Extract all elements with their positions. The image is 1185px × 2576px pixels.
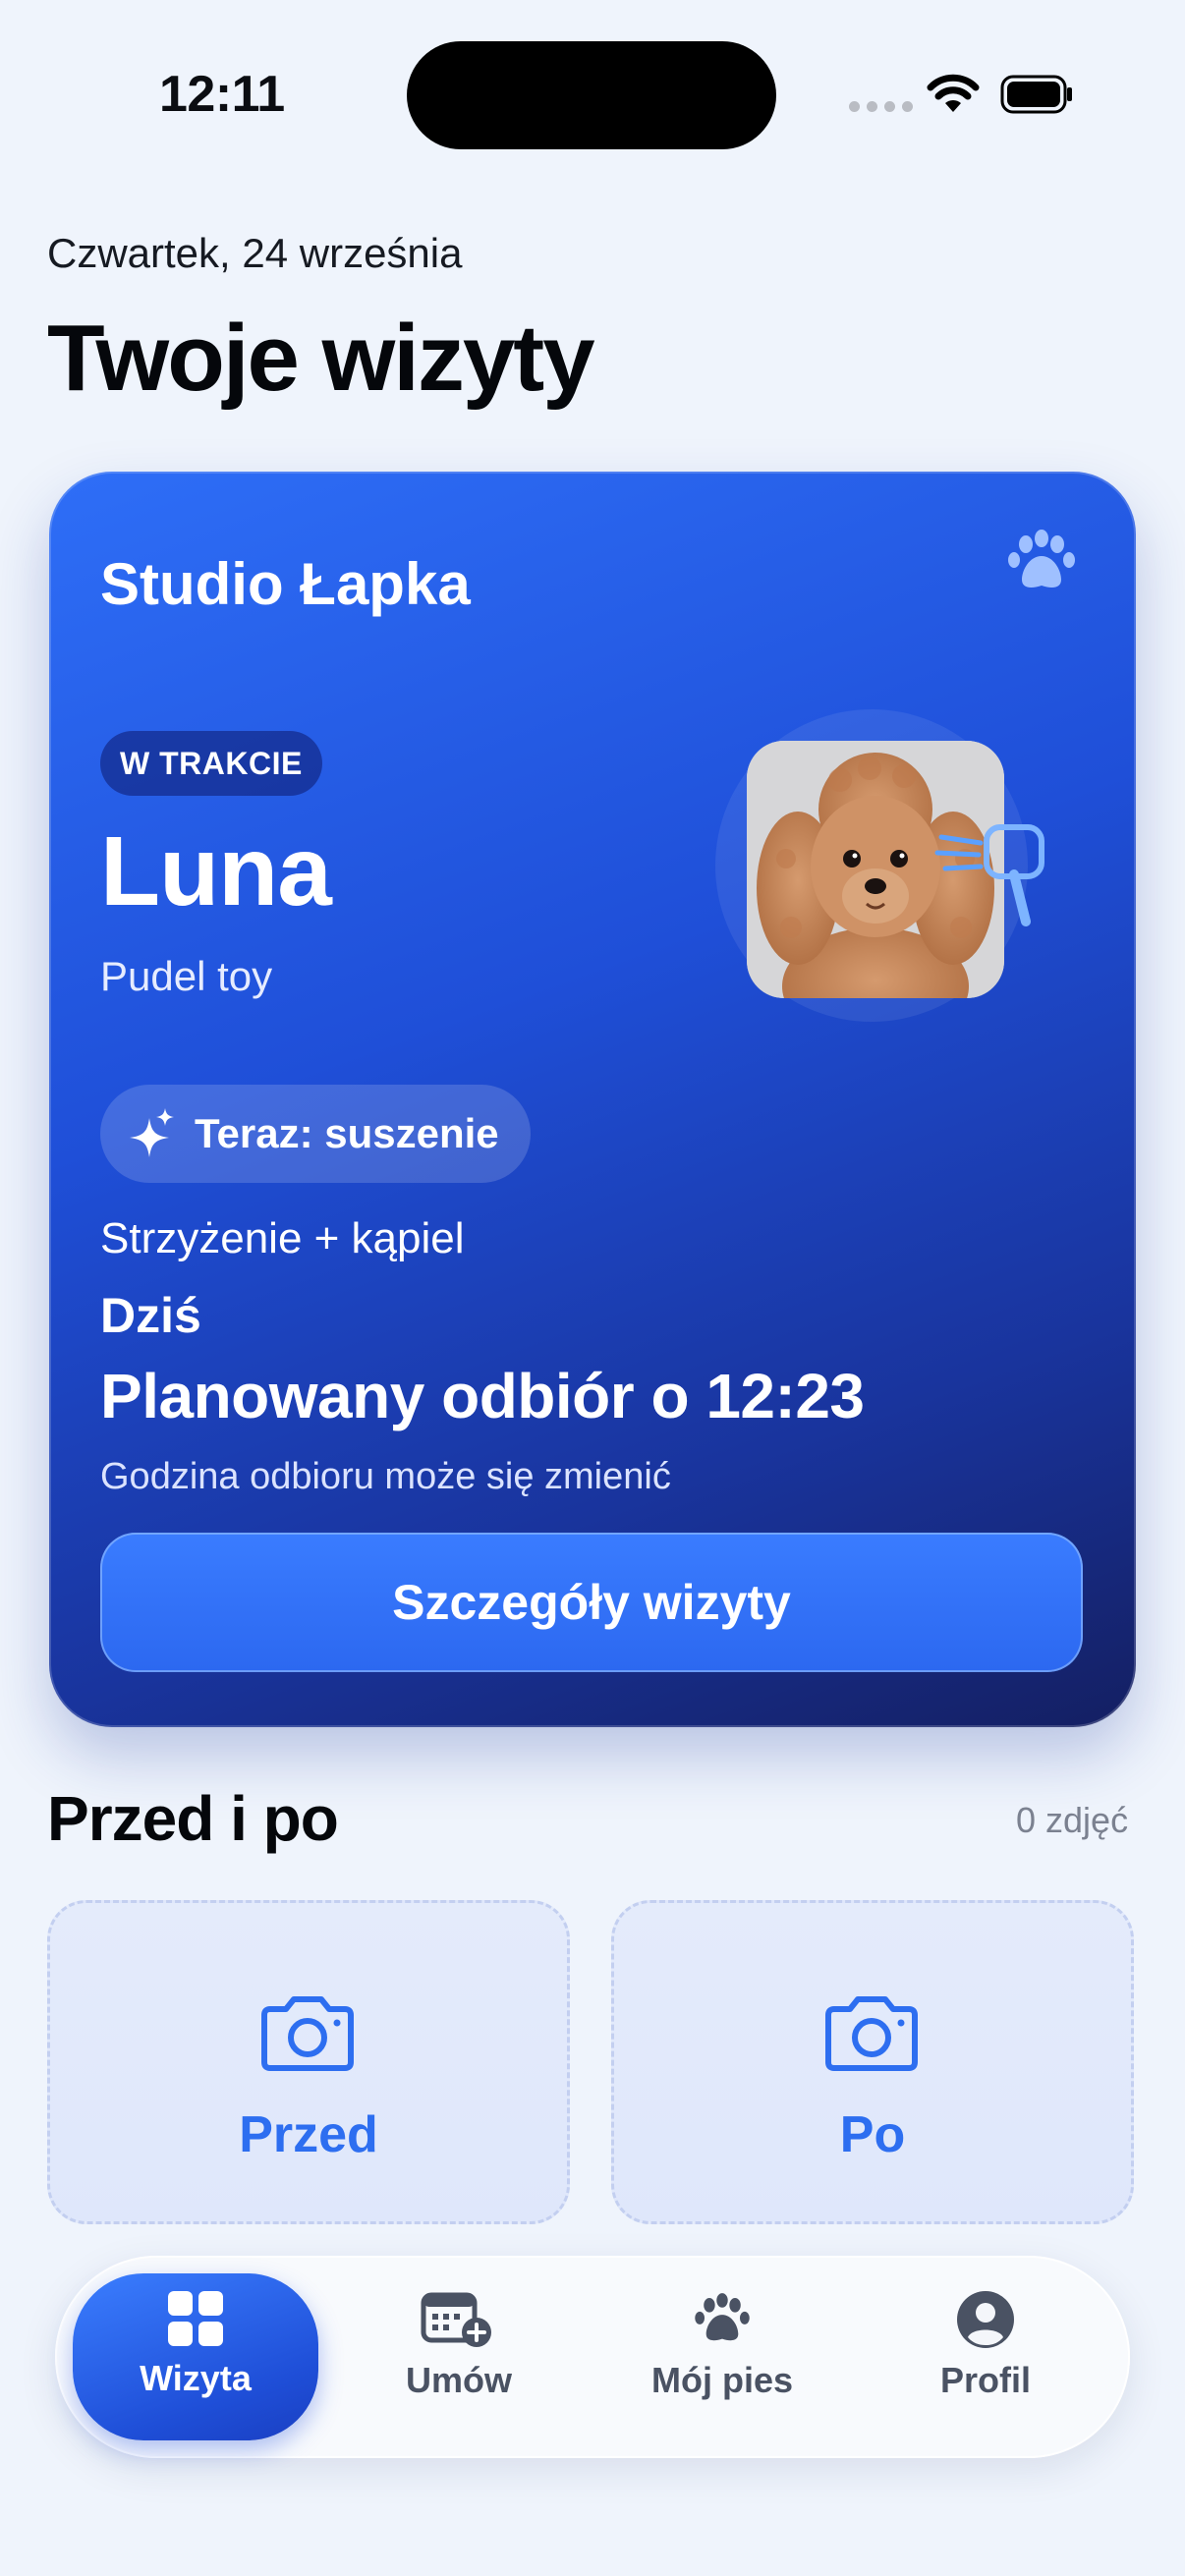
- camera-icon: [261, 1996, 354, 2071]
- battery-icon: [1000, 75, 1072, 114]
- tab-bar: Wizyta Umów Mój pies Profil: [55, 2256, 1130, 2458]
- tab-umow[interactable]: Umów: [336, 2289, 582, 2401]
- cellular-signal-icon: [849, 101, 913, 112]
- tab-label: Umów: [406, 2360, 512, 2400]
- paw-icon: [695, 2293, 750, 2341]
- tab-wizyta[interactable]: Wizyta: [73, 2289, 318, 2399]
- before-photo-slot[interactable]: Przed: [47, 1900, 570, 2224]
- wifi-icon: [927, 74, 980, 112]
- pickup-time: Planowany odbiór o 12:23: [100, 1361, 865, 1431]
- service-label: Strzyżenie + kąpiel: [100, 1214, 465, 1262]
- current-step-pill: Teraz: suszenie: [100, 1085, 531, 1183]
- grid-icon: [168, 2291, 223, 2346]
- page-title: Twoje wizyty: [47, 306, 595, 411]
- calendar-add-icon: [421, 2292, 491, 2347]
- camera-icon: [825, 1996, 918, 2071]
- after-photo-slot[interactable]: Po: [611, 1900, 1134, 2224]
- before-after-title: Przed i po: [47, 1783, 339, 1854]
- profile-icon: [957, 2291, 1014, 2348]
- visit-details-button[interactable]: Szczegóły wizyty: [100, 1533, 1083, 1672]
- status-time: 12:11: [159, 66, 285, 123]
- before-label: Przed: [239, 2106, 378, 2163]
- photo-count: 0 zdjęć: [1016, 1800, 1129, 1840]
- pickup-note: Godzina odbioru może się zmienić: [100, 1456, 671, 1497]
- tab-label: Mój pies: [650, 2360, 794, 2400]
- date-label: Czwartek, 24 września: [47, 230, 463, 276]
- dog-name: Luna: [100, 816, 332, 926]
- tab-moj-pies[interactable]: Mój pies: [599, 2289, 845, 2401]
- tab-profil[interactable]: Profil: [863, 2289, 1108, 2401]
- hair-dryer-icon: [934, 824, 1044, 926]
- paw-icon: [1008, 530, 1075, 588]
- tab-label: Profil: [939, 2360, 1031, 2400]
- visit-day: Dziś: [100, 1288, 201, 1343]
- dynamic-island: [407, 41, 776, 149]
- studio-name: Studio Łapka: [100, 551, 471, 617]
- status-badge: W TRAKCIE: [100, 731, 322, 796]
- sparkles-icon: [130, 1108, 174, 1157]
- visit-card[interactable]: Studio Łapka W TRAKCIE Luna Pudel toy Te…: [49, 472, 1136, 1727]
- current-step-label: Teraz: suszenie: [195, 1110, 499, 1156]
- tab-label: Wizyta: [140, 2358, 252, 2398]
- after-label: Po: [839, 2106, 906, 2163]
- dog-breed: Pudel toy: [100, 953, 273, 999]
